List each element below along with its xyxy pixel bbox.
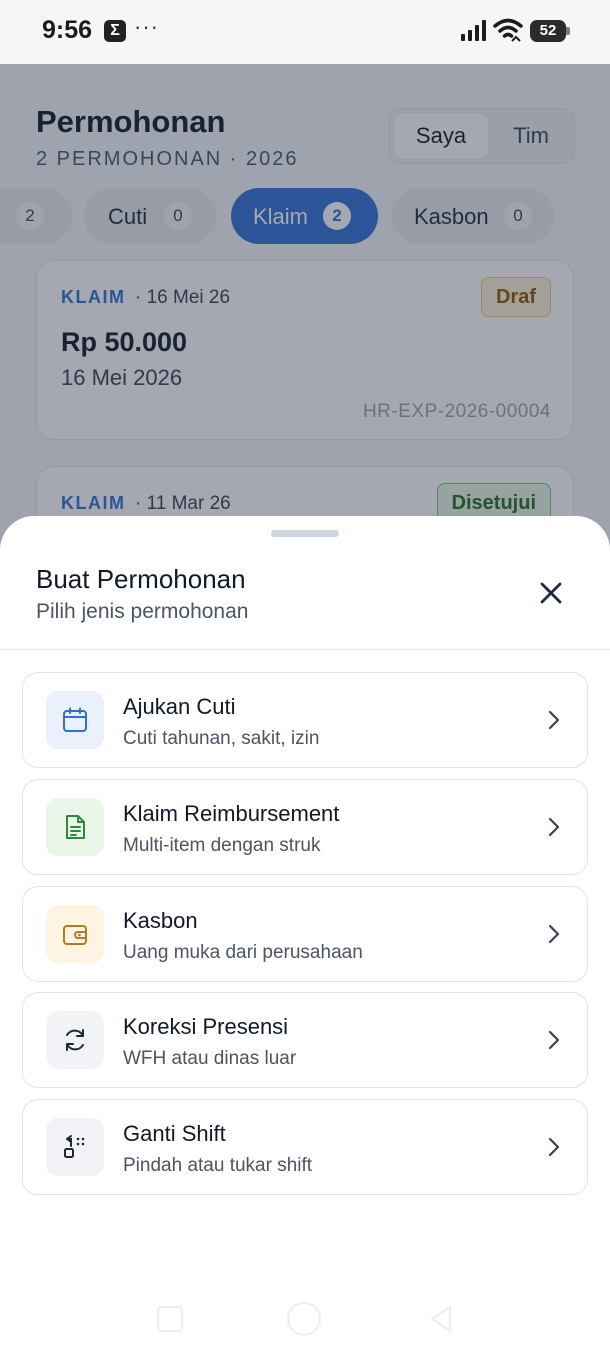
status-bar: 9:56 Σ ··· 52 (0, 0, 610, 64)
more-notifications-icon: ··· (134, 14, 159, 39)
refresh-icon (66, 1029, 84, 1051)
battery-level: 52 (530, 20, 566, 42)
option-ganti-shift[interactable]: Ganti Shift Pindah atau tukar shift (22, 1099, 588, 1195)
option-description: WFH atau dinas luar (123, 1048, 297, 1069)
close-icon[interactable] (534, 576, 568, 610)
option-description: Uang muka dari perusahaan (123, 942, 363, 963)
status-time: 9:56 (42, 16, 93, 44)
system-nav-bar (0, 1286, 610, 1356)
shift-swap-icon (64, 1135, 85, 1158)
back-button[interactable] (428, 1304, 454, 1334)
option-icon-box (46, 1118, 104, 1176)
battery-tip (566, 27, 570, 35)
battery-icon: 52 (530, 20, 570, 42)
option-ajukan-cuti[interactable]: Ajukan Cuti Cuti tahunan, sakit, izin (22, 672, 588, 768)
option-title: Koreksi Presensi (123, 1014, 289, 1039)
option-klaim-reimbursement[interactable]: Klaim Reimbursement Multi-item dengan st… (22, 779, 588, 875)
option-icon-box (46, 798, 104, 856)
divider (0, 649, 610, 650)
wifi-icon (493, 18, 523, 42)
option-icon-box (46, 691, 104, 749)
sheet-title: Buat Permohonan (36, 564, 246, 594)
signal-icon (461, 20, 486, 41)
option-title: Klaim Reimbursement (123, 801, 340, 826)
sheet-subtitle: Pilih jenis permohonan (36, 600, 249, 623)
option-description: Multi-item dengan struk (123, 835, 321, 856)
chevron-right-icon (548, 1137, 560, 1157)
option-kasbon[interactable]: Kasbon Uang muka dari perusahaan (22, 886, 588, 982)
chevron-right-icon (548, 1030, 560, 1050)
chevron-right-icon (548, 710, 560, 730)
create-request-sheet: Buat Permohonan Pilih jenis permohonan A… (0, 516, 610, 1356)
recents-button[interactable] (157, 1306, 183, 1332)
chevron-right-icon (548, 924, 560, 944)
chevron-right-icon (548, 817, 560, 837)
option-title: Kasbon (123, 908, 198, 933)
option-title: Ganti Shift (123, 1121, 226, 1146)
option-description: Pindah atau tukar shift (123, 1155, 313, 1176)
sheet-drag-handle[interactable] (271, 530, 339, 537)
option-icon-box (46, 1011, 104, 1069)
option-description: Cuti tahunan, sakit, izin (123, 728, 320, 749)
notification-app-icon: Σ (104, 20, 126, 42)
home-button[interactable] (287, 1302, 321, 1336)
calendar-icon (63, 707, 87, 732)
option-icon-box (46, 905, 104, 963)
wallet-icon (63, 925, 87, 945)
option-koreksi-presensi[interactable]: Koreksi Presensi WFH atau dinas luar (22, 992, 588, 1088)
receipt-icon (66, 815, 85, 839)
option-title: Ajukan Cuti (123, 694, 236, 719)
